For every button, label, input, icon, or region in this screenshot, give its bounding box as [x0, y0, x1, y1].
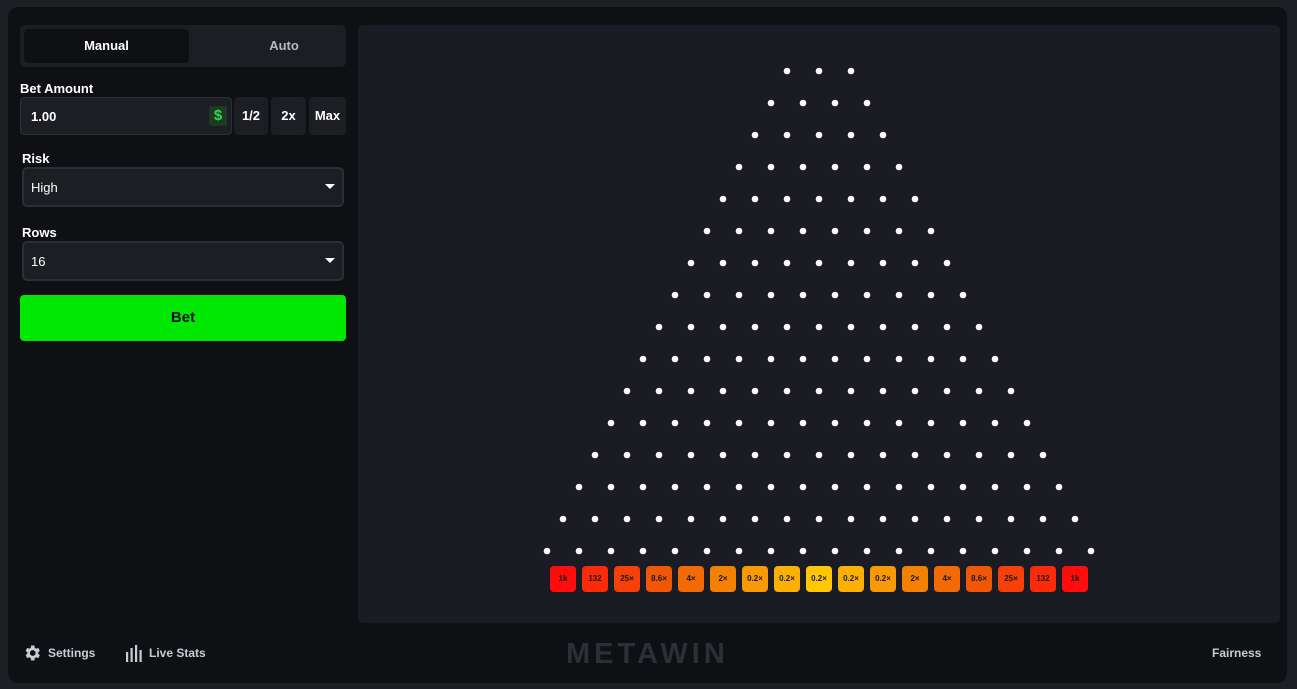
multiplier-bucket: 132	[582, 566, 608, 592]
settings-label: Settings	[48, 646, 96, 660]
multiplier-bucket: 2×	[902, 566, 928, 592]
bet-amount-input[interactable]: 1.00 $	[20, 97, 232, 135]
half-bet-button[interactable]: 1/2	[234, 97, 268, 135]
multiplier-bucket: 8.6×	[646, 566, 672, 592]
bet-amount-label: Bet Amount	[20, 81, 94, 96]
multiplier-bucket: 132	[1030, 566, 1056, 592]
dollar-icon: $	[209, 106, 227, 126]
multiplier-bucket: 4×	[934, 566, 960, 592]
plinko-board	[358, 25, 1280, 623]
multiplier-bucket: 0.2×	[870, 566, 896, 592]
bet-button[interactable]: Bet	[20, 295, 346, 341]
multiplier-bucket: 0.2×	[838, 566, 864, 592]
multiplier-bucket: 4×	[678, 566, 704, 592]
multiplier-bucket: 25×	[998, 566, 1024, 592]
fairness-link[interactable]: Fairness	[1212, 646, 1261, 660]
bar-chart-icon	[126, 645, 142, 662]
metawin-logo: METAWIN	[566, 638, 729, 670]
double-bet-button[interactable]: 2x	[271, 97, 306, 135]
max-bet-button[interactable]: Max	[309, 97, 346, 135]
rows-label: Rows	[22, 225, 57, 240]
multiplier-bucket: 0.2×	[806, 566, 832, 592]
tab-manual[interactable]: Manual	[24, 29, 189, 63]
chevron-down-icon	[325, 258, 335, 263]
multiplier-bucket: 2×	[710, 566, 736, 592]
live-stats-label: Live Stats	[149, 646, 206, 660]
multiplier-bucket: 0.2×	[774, 566, 800, 592]
risk-value: High	[31, 180, 58, 195]
multiplier-bucket: 1k	[1062, 566, 1088, 592]
multiplier-bucket: 25×	[614, 566, 640, 592]
multiplier-bucket: 1k	[550, 566, 576, 592]
multiplier-bucket: 0.2×	[742, 566, 768, 592]
rows-select[interactable]: 16	[22, 241, 344, 281]
multiplier-bucket: 8.6×	[966, 566, 992, 592]
risk-label: Risk	[22, 151, 50, 166]
chevron-down-icon	[325, 184, 335, 189]
mode-tabs: Manual Auto	[20, 25, 346, 67]
rows-value: 16	[31, 254, 46, 269]
tab-auto[interactable]: Auto	[206, 29, 362, 63]
gear-icon	[25, 645, 40, 661]
bet-amount-value: 1.00	[31, 109, 57, 124]
risk-select[interactable]: High	[22, 167, 344, 207]
